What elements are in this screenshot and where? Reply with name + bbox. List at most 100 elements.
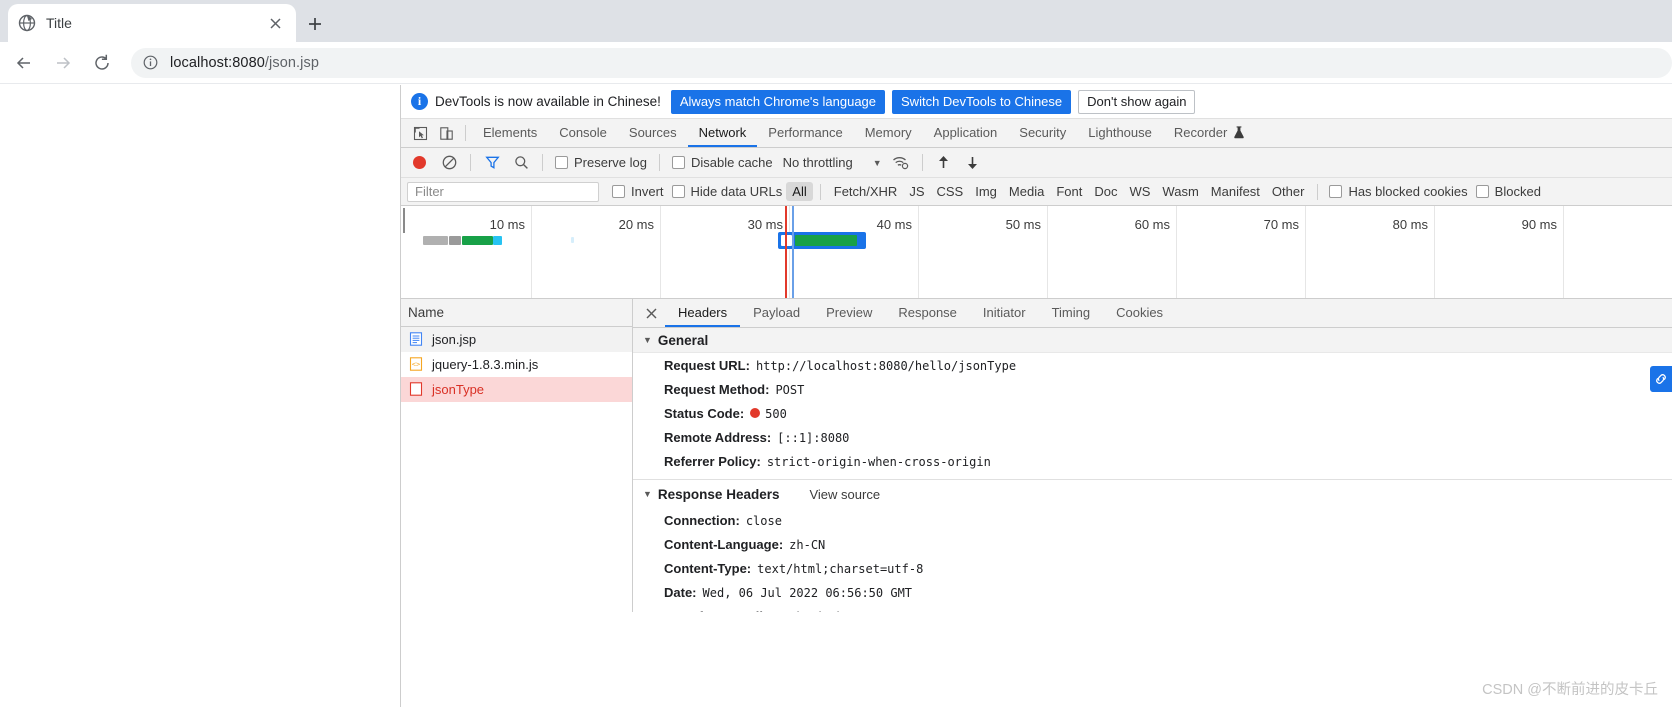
header-value: [::1]:8080 xyxy=(777,430,850,445)
checkbox-box xyxy=(555,156,568,169)
filter-type-fetch-xhr[interactable]: Fetch/XHR xyxy=(828,182,904,201)
network-overview-timeline[interactable]: 10 ms 20 ms 30 ms 40 ms 50 ms 60 ms 70 m… xyxy=(401,206,1672,299)
overview-gridline xyxy=(789,206,790,298)
filter-type-css[interactable]: CSS xyxy=(931,182,970,201)
hide-data-urls-label: Hide data URLs xyxy=(690,184,783,199)
detail-tab-headers[interactable]: Headers xyxy=(665,299,741,327)
network-toolbar: Preserve log Disable cache No throttling… xyxy=(401,148,1672,178)
tab-performance[interactable]: Performance xyxy=(757,119,853,147)
view-source-link[interactable]: View source xyxy=(809,487,880,502)
has-blocked-cookies-checkbox[interactable]: Has blocked cookies xyxy=(1325,184,1471,199)
detail-tab-initiator[interactable]: Initiator xyxy=(970,299,1039,327)
response-headers-section-header[interactable]: ▼ Response Headers View source xyxy=(633,480,1672,508)
table-row[interactable]: <> jquery-1.8.3.min.js xyxy=(401,352,632,377)
filter-type-other[interactable]: Other xyxy=(1266,182,1311,201)
blocked-requests-checkbox[interactable]: Blocked xyxy=(1472,184,1545,199)
filter-type-manifest[interactable]: Manifest xyxy=(1205,182,1266,201)
overview-domcontentloaded-line xyxy=(792,206,794,298)
status-badge: 500 xyxy=(750,407,787,421)
filter-type-ws[interactable]: WS xyxy=(1123,182,1156,201)
filter-type-all[interactable]: All xyxy=(786,182,813,201)
throttling-select[interactable]: No throttling ▼ xyxy=(780,155,885,170)
request-detail-tab-bar: Headers Payload Preview Response Initiat… xyxy=(633,299,1672,328)
checkbox-box xyxy=(671,185,685,198)
status-error-dot xyxy=(750,407,761,418)
header-row: Connection: close xyxy=(633,508,1672,532)
detail-tab-preview[interactable]: Preview xyxy=(813,299,885,327)
browser-toolbar: localhost:8080/json.jsp xyxy=(0,42,1672,84)
overview-request-bar xyxy=(571,237,574,243)
tab-console[interactable]: Console xyxy=(548,119,618,147)
request-detail-pane: Headers Payload Preview Response Initiat… xyxy=(633,299,1672,612)
general-section-title: General xyxy=(657,332,709,348)
disable-cache-checkbox[interactable]: Disable cache xyxy=(668,155,777,170)
switch-devtools-language-button[interactable]: Switch DevTools to Chinese xyxy=(892,89,1072,114)
devtools-panel: i DevTools is now available in Chinese! … xyxy=(400,85,1672,707)
request-list: Name json.jsp <> jquery-1.8.3.min.js jso… xyxy=(401,299,633,612)
detail-tab-cookies[interactable]: Cookies xyxy=(1103,299,1176,327)
toolbar-divider xyxy=(470,154,471,171)
overview-gridline xyxy=(918,206,919,298)
browser-tab[interactable]: Title xyxy=(8,4,296,42)
info-circle-icon[interactable] xyxy=(143,55,159,71)
table-row[interactable]: json.jsp xyxy=(401,327,632,352)
device-toggle-icon[interactable] xyxy=(433,119,459,147)
download-har-icon[interactable] xyxy=(960,152,986,174)
filter-type-img[interactable]: Img xyxy=(969,182,1003,201)
preserve-log-checkbox[interactable]: Preserve log xyxy=(551,155,651,170)
filter-type-media[interactable]: Media xyxy=(1003,182,1050,201)
request-list-header[interactable]: Name xyxy=(401,299,632,327)
forward-button[interactable] xyxy=(48,48,78,78)
new-tab-button[interactable] xyxy=(300,9,330,39)
close-icon[interactable] xyxy=(637,299,665,327)
checkbox-box xyxy=(1475,185,1489,198)
search-icon[interactable] xyxy=(508,152,534,174)
record-stop-icon[interactable] xyxy=(413,156,426,169)
invert-checkbox[interactable]: Invert xyxy=(608,184,668,199)
url-path: /json.jsp xyxy=(264,54,320,71)
filter-type-wasm[interactable]: Wasm xyxy=(1156,182,1204,201)
general-section-header[interactable]: ▼ General xyxy=(633,328,1672,353)
address-bar[interactable]: localhost:8080/json.jsp xyxy=(131,47,1672,78)
table-row[interactable]: jsonType xyxy=(401,377,632,402)
header-row: Date: Wed, 06 Jul 2022 06:56:50 GMT xyxy=(633,580,1672,604)
filter-type-doc[interactable]: Doc xyxy=(1088,182,1123,201)
dont-show-again-button[interactable]: Don't show again xyxy=(1078,89,1196,114)
tab-lighthouse[interactable]: Lighthouse xyxy=(1077,119,1163,147)
close-icon[interactable] xyxy=(264,12,286,34)
tab-recorder[interactable]: Recorder xyxy=(1163,119,1256,147)
filter-input[interactable]: Filter xyxy=(407,181,599,202)
always-match-language-button[interactable]: Always match Chrome's language xyxy=(670,89,886,114)
detail-tab-payload[interactable]: Payload xyxy=(740,299,813,327)
upload-har-icon[interactable] xyxy=(931,152,957,174)
overview-tick-label: 80 ms xyxy=(1392,217,1428,232)
browser-tab-title: Title xyxy=(46,15,72,31)
url-host: localhost:8080 xyxy=(170,54,265,71)
filter-type-js[interactable]: JS xyxy=(903,182,930,201)
inspect-icon[interactable] xyxy=(407,119,433,147)
filter-divider xyxy=(1317,183,1319,200)
tab-security[interactable]: Security xyxy=(1008,119,1077,147)
link-icon[interactable] xyxy=(1650,366,1672,392)
tab-elements[interactable]: Elements xyxy=(472,119,548,147)
overview-request-bar xyxy=(493,236,502,245)
request-name: jsonType xyxy=(432,382,485,397)
reload-button[interactable] xyxy=(87,48,117,78)
overview-tick-label: 30 ms xyxy=(747,217,783,232)
back-button[interactable] xyxy=(9,48,39,78)
tab-sources[interactable]: Sources xyxy=(618,119,688,147)
tab-network[interactable]: Network xyxy=(687,119,758,147)
tab-memory[interactable]: Memory xyxy=(854,119,923,147)
header-value: strict-origin-when-cross-origin xyxy=(766,454,991,469)
toolbar-divider xyxy=(658,154,660,171)
tab-application[interactable]: Application xyxy=(923,119,1009,147)
clear-icon[interactable] xyxy=(436,152,462,174)
network-conditions-icon[interactable] xyxy=(888,152,914,174)
detail-tab-timing[interactable]: Timing xyxy=(1039,299,1104,327)
toolbar-divider xyxy=(921,154,923,171)
funnel-icon[interactable] xyxy=(479,152,505,174)
header-value: Wed, 06 Jul 2022 06:56:50 GMT xyxy=(702,585,913,600)
detail-tab-response[interactable]: Response xyxy=(885,299,970,327)
filter-type-font[interactable]: Font xyxy=(1050,182,1088,201)
hide-data-urls-checkbox[interactable]: Hide data URLs xyxy=(668,184,787,199)
